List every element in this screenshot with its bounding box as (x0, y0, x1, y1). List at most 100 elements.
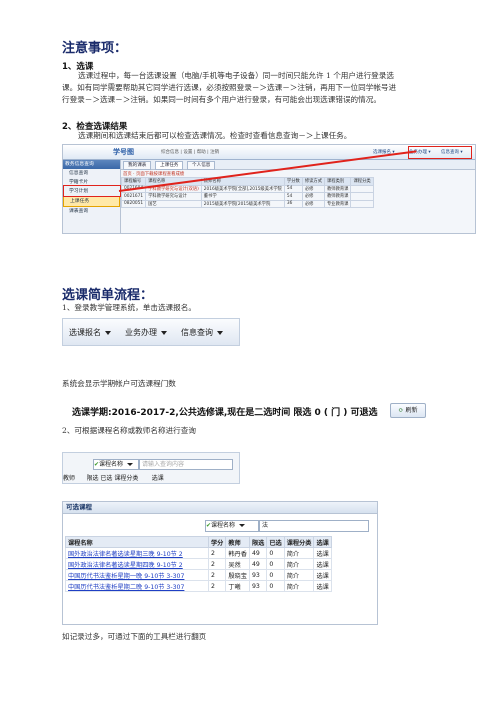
search-result-headers: 教师 限选 已选 课程分类 选课 (63, 473, 164, 482)
table-cell: 2015级美术学院[2015级美术学院 (200, 199, 285, 208)
step2-text: 2、可根据课程名称或教师名称进行查询 (62, 426, 196, 435)
column-header: 教师 (225, 536, 250, 548)
search-input[interactable]: 法 (259, 520, 369, 532)
search-screenshot: ✔课程名称 请输入查询内容 教师 限选 已选 课程分类 选课 (62, 452, 240, 484)
sidebar-item-info-query[interactable]: 信息查询 (63, 169, 120, 178)
tab-my-schedule[interactable]: 我的课表 (123, 161, 152, 170)
table-cell: 韩丹香 (225, 547, 250, 559)
table-cell: 2 (207, 547, 227, 559)
intro-link[interactable]: 简介 (287, 562, 299, 569)
table-cell: 选课 (313, 547, 332, 559)
toolbar-label: 选课报名 (69, 328, 101, 337)
table-header-row: 课程名称 学分 教师 限选 已选 课程分类 选课 (65, 536, 332, 548)
table-cell: 93 (248, 580, 268, 592)
app-title: 综合信息 | 设置 | 帮助 | 注销 (161, 150, 220, 155)
table-cell: 0820051 (120, 199, 147, 208)
table-cell: 必修 (301, 184, 326, 193)
table-cell: 2 (207, 580, 227, 592)
footer-note: 如记录过多，可通过下面的工具栏进行翻页 (62, 632, 207, 641)
table-cell: 选课 (313, 580, 332, 592)
select-course-button[interactable]: 选课 (316, 584, 328, 591)
column-header: 选课 (151, 475, 164, 482)
refresh-button[interactable]: ⟳ 刷新 (390, 403, 426, 418)
highlight-box-course-task (63, 185, 121, 197)
course-link-text[interactable]: 中国历代书法鉴析星期一晚 9-10节 3-307 (68, 573, 184, 580)
select-course-button[interactable]: 选课 (316, 562, 328, 569)
course-name-link[interactable]: 国外政治法律名著选读星期四晚 9-10节 2 (65, 558, 209, 570)
toolbar-screenshot: 选课报名 业务办理 信息查询 (62, 318, 240, 346)
column-header: 课程分类 (114, 475, 139, 482)
chevron-down-icon (217, 330, 223, 335)
table-cell[interactable]: 国艺 (145, 199, 202, 208)
column-header: 课程类别 (323, 177, 352, 186)
table-row: 中国历代书法鉴析星期二晚 9-10节 3-307 2 丁曦 93 0 简介 选课 (65, 580, 332, 592)
table-cell (350, 192, 374, 201)
column-header: 课程编号 (120, 177, 147, 186)
notice-line: 行登录－＞选课－＞注销。如果同一时间有多个用户进行登录，有可能会出现选课错误的情… (62, 95, 381, 104)
notice-line: 课。如有同学需要帮助其它同学进行选课，必须按照登录－＞选课－＞注销，再用下一位同… (62, 83, 397, 92)
sidebar-header: 教务信息查询 (63, 160, 120, 169)
notice-section1-text: 选课过程中，每一台选课设置（电脑/手机等电子设备）同一时间只能允许 1 个用户进… (62, 70, 442, 106)
sidebar-item-course-task[interactable]: 上课任务 (63, 196, 120, 207)
table-cell: 93 (248, 569, 268, 581)
table-cell: 49 (248, 558, 268, 570)
table-cell (350, 184, 374, 193)
table-cell: 0 (266, 547, 285, 559)
intro-link[interactable]: 简介 (287, 573, 299, 580)
course-name-link[interactable]: 国外政治法律名著选读星期三晚 9-10节 2 (65, 547, 209, 559)
course-name-link[interactable]: 中国历代书法鉴析星期二晚 9-10节 3-307 (65, 580, 209, 592)
toolbar-info-query[interactable]: 信息查询 (181, 327, 223, 338)
intro-link[interactable]: 简介 (287, 584, 299, 591)
select-course-button[interactable]: 选课 (316, 551, 328, 558)
search-field-select[interactable]: ✔课程名称 (93, 459, 139, 470)
toolbar-label: 业务办理 (125, 328, 157, 337)
select-course-button[interactable]: 选课 (316, 573, 328, 580)
column-header: 已选 (266, 536, 285, 548)
table-cell: 0 (266, 580, 285, 592)
tab-personal-info[interactable]: 个人信息 (187, 161, 216, 170)
column-header: 限选 (86, 475, 99, 482)
available-courses-table: 课程名称 学分 教师 限选 已选 课程分类 选课 国外政治法律名著选读星期三晚 … (65, 536, 332, 592)
table-cell: 2 (207, 558, 227, 570)
column-header: 课程分类 (283, 536, 315, 548)
highlight-box-info-query (408, 146, 472, 159)
table-cell: 选课 (313, 558, 332, 570)
table-cell: 丁曦 (225, 580, 250, 592)
table-cell: 简介 (283, 547, 315, 559)
search-input[interactable]: 请输入查询内容 (139, 459, 233, 470)
flow-heading: 选课简单流程： (62, 288, 154, 303)
column-header: 选课 (313, 536, 332, 548)
column-header: 学分数 (283, 177, 303, 186)
sidebar-item-schedule[interactable]: 课表查询 (63, 207, 120, 216)
column-header: 修读方式 (301, 177, 326, 186)
table-cell: 2016级美术学院[全部],2015级美术学院 (200, 184, 285, 193)
table-cell: 必修 (301, 192, 326, 201)
course-link-text[interactable]: 中国历代书法鉴析星期二晚 9-10节 3-307 (68, 584, 184, 591)
table-cell: 0 (266, 569, 285, 581)
toolbar-course-select[interactable]: 选课报名 (69, 327, 111, 338)
table-cell: 49 (248, 547, 268, 559)
course-task-table: 课程编号 课程名称 教师名称 学分数 修读方式 课程类别 课程分类 002160… (120, 177, 374, 208)
chevron-down-icon (239, 524, 246, 527)
chevron-down-icon (161, 330, 167, 335)
select-label: 课程名称 (99, 461, 124, 468)
notice-line: 选课过程中，每一台选课设置（电脑/手机等电子设备）同一时间只能允许 1 个用户进… (78, 71, 394, 80)
course-link-text[interactable]: 国外政治法律名著选读星期三晚 9-10节 2 (68, 551, 183, 558)
select-label: 课程名称 (211, 522, 236, 529)
step1-note: 系统会显示学期帐户可选课程门数 (62, 379, 176, 388)
table-cell: 选课 (313, 569, 332, 581)
table-row: 0820051 国艺 2015级美术学院[2015级美术学院 36 必修 专业教… (120, 199, 374, 208)
notice-heading: 注意事项： (62, 41, 128, 56)
table-row: 国外政治法律名著选读星期三晚 9-10节 2 2 韩丹香 49 0 简介 选课 (65, 547, 332, 559)
intro-link[interactable]: 简介 (287, 551, 299, 558)
table-cell: 教师教育课 (323, 192, 352, 201)
toolbar-business[interactable]: 业务办理 (125, 327, 167, 338)
course-name-link[interactable]: 中国历代书法鉴析星期一晚 9-10节 3-307 (65, 569, 209, 581)
tab-course-task[interactable]: 上课任务 (155, 161, 184, 170)
table-cell: 54 (283, 192, 303, 201)
course-link-text[interactable]: 国外政治法律名著选读星期四晚 9-10节 2 (68, 562, 183, 569)
table-cell[interactable]: 学科教学研究与设计 (145, 192, 202, 201)
search-field-select[interactable]: ✔课程名称 (205, 520, 259, 532)
column-header: 教师 (63, 475, 76, 482)
column-header: 限选 (248, 536, 268, 548)
